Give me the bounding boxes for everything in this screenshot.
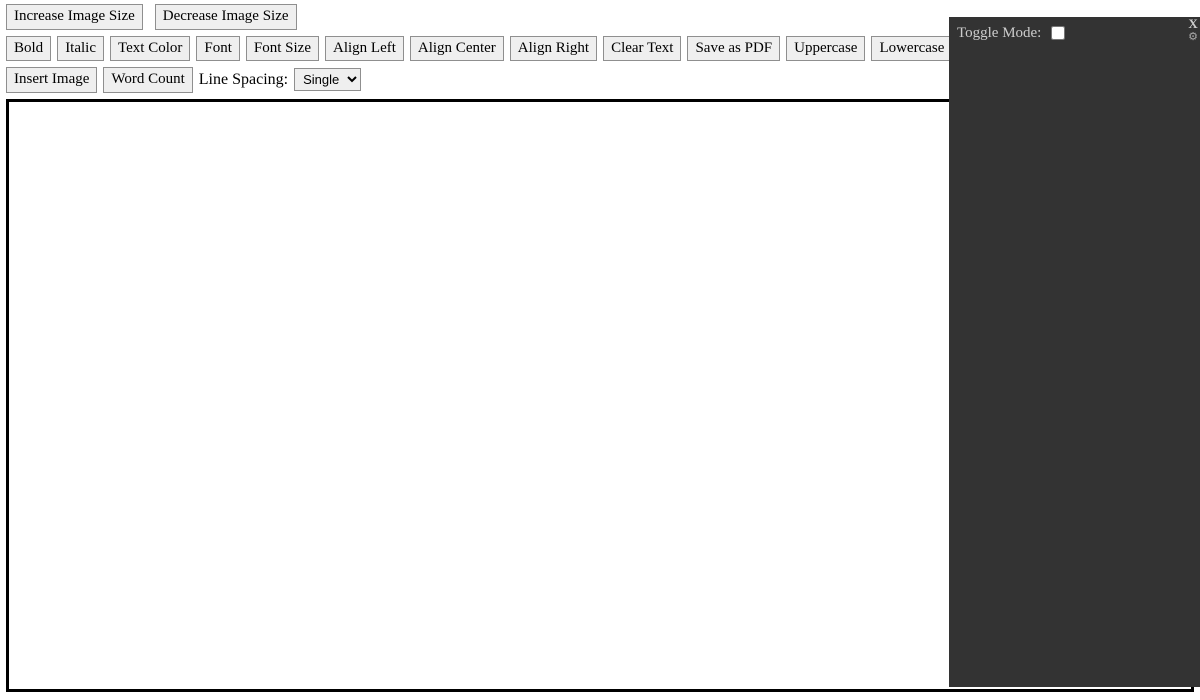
- italic-button[interactable]: Italic: [57, 36, 104, 62]
- font-size-button[interactable]: Font Size: [246, 36, 319, 62]
- panel-icons: X ⚙: [1188, 17, 1198, 43]
- insert-image-button[interactable]: Insert Image: [6, 67, 97, 93]
- align-center-button[interactable]: Align Center: [410, 36, 504, 62]
- line-spacing-label: Line Spacing:: [199, 71, 288, 89]
- align-left-button[interactable]: Align Left: [325, 36, 404, 62]
- gear-icon[interactable]: ⚙: [1188, 32, 1198, 43]
- lowercase-button[interactable]: Lowercase: [871, 36, 952, 62]
- side-panel: Toggle Mode: X ⚙: [949, 17, 1200, 687]
- text-color-button[interactable]: Text Color: [110, 36, 190, 62]
- line-spacing-select[interactable]: Single: [294, 68, 361, 91]
- decrease-image-size-button[interactable]: Decrease Image Size: [155, 4, 297, 30]
- font-button[interactable]: Font: [196, 36, 240, 62]
- panel-header: Toggle Mode:: [949, 17, 1200, 49]
- save-pdf-button[interactable]: Save as PDF: [687, 36, 780, 62]
- clear-text-button[interactable]: Clear Text: [603, 36, 681, 62]
- bold-button[interactable]: Bold: [6, 36, 51, 62]
- toggle-mode-checkbox[interactable]: [1051, 26, 1065, 40]
- toggle-mode-label: Toggle Mode:: [957, 25, 1041, 42]
- align-right-button[interactable]: Align Right: [510, 36, 597, 62]
- uppercase-button[interactable]: Uppercase: [786, 36, 865, 62]
- word-count-button[interactable]: Word Count: [103, 67, 192, 93]
- increase-image-size-button[interactable]: Increase Image Size: [6, 4, 143, 30]
- close-icon[interactable]: X: [1188, 17, 1197, 30]
